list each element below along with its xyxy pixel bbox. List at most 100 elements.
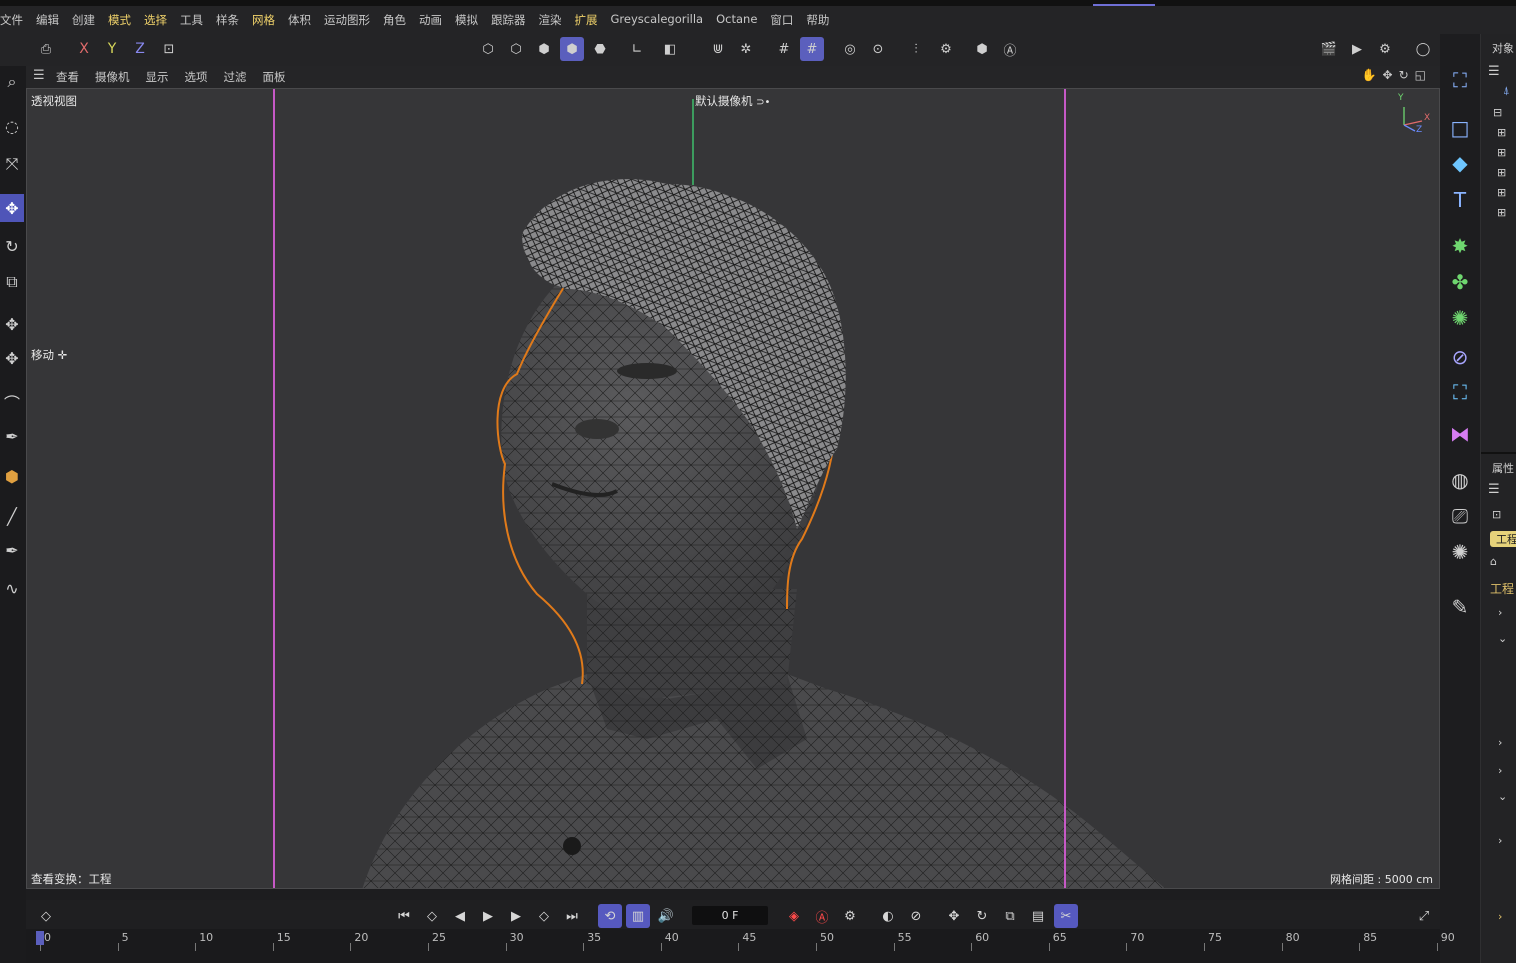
tree-item[interactable]: ⊞ [1497,146,1506,159]
menu-item[interactable]: 体积 [288,12,311,30]
placement-tool-icon[interactable]: ✥ [0,344,24,372]
go-to-start-icon[interactable]: ⏮ [392,904,416,928]
chevron-right-icon[interactable]: › [1498,834,1502,847]
pen-tool-icon[interactable]: ✒ [0,422,24,450]
deformer-icon[interactable]: ⊘ [1444,341,1476,373]
grid-icon[interactable]: # [772,37,796,61]
menu-item[interactable]: 样条 [216,12,239,30]
viewport-menu-item[interactable]: 过滤 [224,69,247,85]
record-icon[interactable]: ◈ [782,904,806,928]
menu-item[interactable]: 模式 [108,12,131,30]
grid-snap-icon[interactable]: # [800,37,824,61]
transform-tool-icon[interactable]: ✥ [0,310,24,338]
tree-item[interactable]: ⊞ [1497,186,1506,199]
points-mode-icon[interactable]: ⬡ [476,37,500,61]
plane-object-icon[interactable]: □ [1444,112,1476,144]
position-key-icon[interactable]: ✥ [942,904,966,928]
uv-mode-icon[interactable]: ⬣ [588,37,612,61]
render-picture-viewer-icon[interactable]: ▶ [1345,37,1369,61]
selection-tools-icon[interactable]: ⤧ [0,150,24,178]
menu-item[interactable]: 工具 [180,12,203,30]
viewport-menu-item[interactable]: 面板 [263,69,286,85]
menu-item[interactable]: 模拟 [455,12,478,30]
scene-environment-icon[interactable]: ◍ [1444,464,1476,496]
tree-item[interactable]: ⊟ [1493,106,1502,119]
cloner-icon[interactable]: ✤ [1444,266,1476,298]
octane-icon[interactable]: ◯ [1411,37,1435,61]
polygons-mode-icon[interactable]: ⬢ [532,37,556,61]
solo-settings-icon[interactable]: ⊙ [866,37,890,61]
symmetry-icon[interactable]: ⫶ [904,37,928,61]
menu-item[interactable]: 运动图形 [324,12,370,30]
camera-object-icon[interactable]: ⛶ [1444,64,1476,96]
solo-icon[interactable]: ◎ [838,37,862,61]
edges-mode-icon[interactable]: ⬡ [504,37,528,61]
chevron-down-icon[interactable]: ⌄ [1498,790,1507,803]
menu-item[interactable]: 动画 [419,12,442,30]
snap-settings-icon[interactable]: ✲ [734,37,758,61]
frame-ruler[interactable]: 0 5 10 15 20 25 30 35 40 45 50 55 60 65 70 75 80 85 90 [26,929,1455,963]
current-frame-field[interactable]: 0 F [692,906,768,925]
menu-item[interactable]: 角色 [383,12,406,30]
timeline-graph-icon[interactable]: ⤢ [1412,904,1436,928]
auto-icon[interactable]: Ⓐ [998,37,1022,61]
z-axis-lock-button[interactable]: Z [128,37,152,61]
previous-frame-icon[interactable]: ◀ [448,904,472,928]
viewport-menu-item[interactable]: 查看 [56,69,79,85]
next-key-icon[interactable]: ◇ [532,904,556,928]
generator-icon[interactable]: ✸ [1444,230,1476,262]
next-frame-icon[interactable]: ▶ [504,904,528,928]
sound-icon[interactable]: 🔊 [654,904,678,928]
play-icon[interactable]: ▶ [476,904,500,928]
viewport-hamburger-icon[interactable]: ☰ [33,68,45,83]
project-tab[interactable]: 工程 [1490,531,1516,547]
menu-item[interactable]: 编辑 [36,12,59,30]
previous-key-icon[interactable]: ◇ [420,904,444,928]
menu-item[interactable]: 渲染 [539,12,562,30]
camera-label[interactable]: 默认摄像机 ⊃• [695,93,770,109]
keyframe-selection-icon[interactable]: ⊘ [904,904,928,928]
go-to-end-icon[interactable]: ⏭ [560,904,584,928]
tree-item[interactable]: ⊞ [1497,126,1506,139]
playback-mode-icon[interactable]: ▥ [626,904,650,928]
live-selection-icon[interactable]: ◌ [0,112,24,140]
light-icon[interactable]: ✺ [1444,536,1476,568]
viewport-menu-item[interactable]: 摄像机 [95,69,130,85]
search-icon[interactable]: ⌕ [0,68,24,96]
cube-object-icon[interactable]: ◆ [1444,147,1476,179]
menu-item[interactable]: 扩展 [575,12,598,30]
field-icon[interactable]: ⛶ [1444,376,1476,408]
sketch-tool-icon[interactable]: ∿ [0,574,24,602]
sculpt-pen-icon[interactable]: ✒ [0,536,24,564]
workplane-icon[interactable]: ◧ [658,37,682,61]
brush-icon[interactable]: ╱ [0,502,24,530]
coordinate-system-icon[interactable]: ⊡ [157,37,181,61]
menu-item[interactable]: 选择 [144,12,167,30]
menu-item[interactable]: Octane [716,12,757,30]
symmetry-settings-icon[interactable]: ⚙ [934,37,958,61]
scale-tool-icon[interactable]: ⧉ [0,268,24,296]
snap-icon[interactable]: ⋓ [706,37,730,61]
chevron-right-icon[interactable]: › [1498,764,1502,777]
menu-item[interactable]: 文件 [0,12,23,30]
viewport-navigation-icons[interactable]: ✋✥↻◱ [1362,68,1432,82]
y-axis-lock-button[interactable]: Y [100,37,124,61]
menu-item[interactable]: 窗口 [770,12,793,30]
object-icon[interactable]: ⍋ [1503,84,1510,98]
tree-item[interactable]: ⊞ [1497,206,1506,219]
scale-key-icon[interactable]: ⧉ [998,904,1022,928]
axis-mode-icon[interactable]: ∟ [625,37,649,61]
edit-tag-icon[interactable]: ✎ [1444,591,1476,623]
rotation-key-icon[interactable]: ↻ [970,904,994,928]
menu-item[interactable]: 帮助 [806,12,829,30]
menu-item[interactable]: 创建 [72,12,95,30]
key-settings-icon[interactable]: ⚙ [838,904,862,928]
viewport-menu-item[interactable]: 选项 [185,69,208,85]
panel-menu-icon[interactable]: ☰ [1488,64,1500,79]
spline-pen-icon[interactable]: ⧓ [1444,418,1476,450]
menu-item[interactable]: 网格 [252,12,275,30]
chevron-right-icon[interactable]: › [1498,606,1502,619]
spline-tool-icon[interactable]: ⌒ [0,388,24,416]
scene-camera-icon[interactable]: ⎚ [1444,500,1476,532]
lock-icon[interactable]: ⌂ [1490,555,1497,568]
